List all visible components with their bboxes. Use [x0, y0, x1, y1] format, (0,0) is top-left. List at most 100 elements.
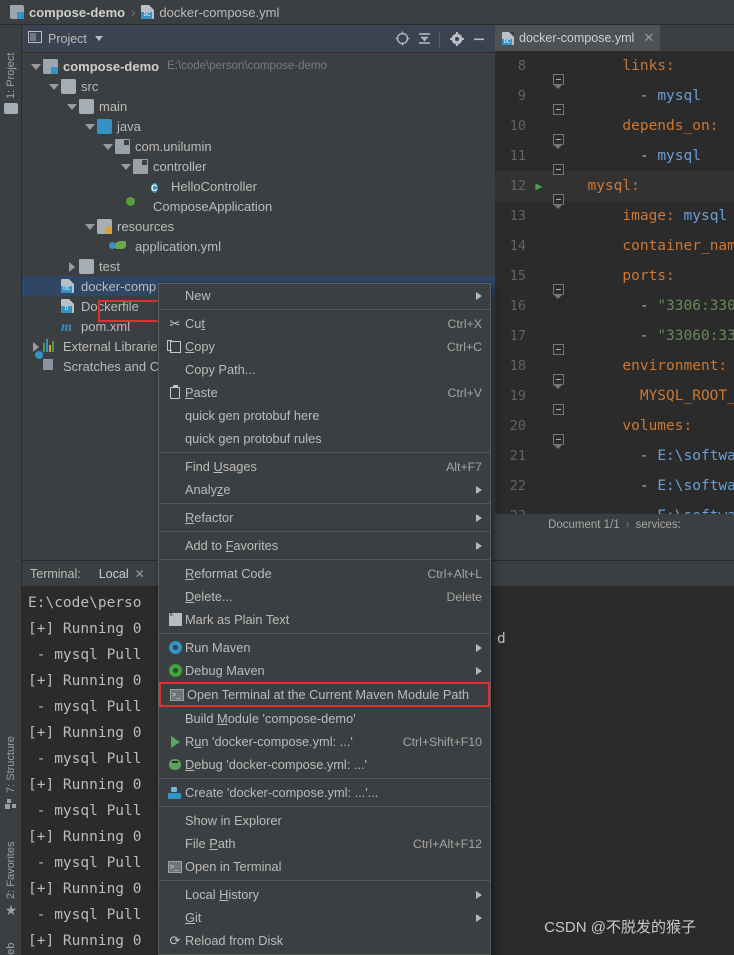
sidebar-item-structure[interactable]: 7: Structure [0, 715, 22, 793]
tree-node-composeapplication[interactable]: ComposeApplication [22, 196, 495, 216]
menu-item-mark-as-plain-text[interactable]: Mark as Plain Text [159, 608, 490, 631]
external-libraries-icon [43, 338, 58, 354]
fold-collapse-icon[interactable] [553, 284, 564, 299]
document-indicator: Document 1/1 [548, 519, 620, 531]
menu-item-delete[interactable]: Delete... Delete [159, 585, 490, 608]
code-line[interactable]: 19 MYSQL_ROOT_ [495, 381, 734, 415]
tree-node-label: Dockerfile [81, 298, 139, 314]
code-text: ports: [622, 268, 675, 284]
menu-item-debug-docker-compose-yml[interactable]: Debug 'docker-compose.yml: ...' [159, 753, 490, 776]
run-gutter-icon[interactable]: ▶ [530, 179, 548, 193]
menu-item-analyze[interactable]: Analyze [159, 478, 490, 501]
menu-item-label: Find Usages [185, 459, 257, 474]
fold-collapse-icon[interactable] [553, 374, 564, 389]
code-line[interactable]: 9 - mysql [495, 81, 734, 115]
menu-item-copy-path[interactable]: Copy Path... [159, 358, 490, 381]
line-number: 9 [517, 88, 526, 104]
menu-item-copy[interactable]: Copy Ctrl+C [159, 335, 490, 358]
menu-item-debug-maven[interactable]: Debug Maven [159, 659, 490, 682]
code-line[interactable]: 15 ports: [495, 261, 734, 299]
menu-item-run-maven[interactable]: Run Maven [159, 636, 490, 659]
tree-node-java[interactable]: java [22, 116, 495, 136]
menu-item-reformat-code[interactable]: Reformat Code Ctrl+Alt+L [159, 562, 490, 585]
menu-item-build-module-compose-demo[interactable]: Build Module 'compose-demo' [159, 707, 490, 730]
menu-item-create-docker-compose-yml[interactable]: Create 'docker-compose.yml: ...'... [159, 781, 490, 804]
code-line[interactable]: 13 image: mysql [495, 201, 734, 231]
chevron-down-icon[interactable] [30, 61, 41, 72]
tree-node-src[interactable]: src [22, 76, 495, 96]
context-menu[interactable]: New ✂ Cut Ctrl+X Copy Ctrl+C Copy Path... Paste… [158, 283, 491, 955]
fold-end-icon[interactable] [553, 104, 564, 115]
collapse-all-icon[interactable] [414, 29, 434, 49]
menu-item-open-in-terminal[interactable]: >_ Open in Terminal [159, 855, 490, 878]
fold-collapse-icon[interactable] [553, 194, 564, 209]
tree-node-test[interactable]: test [22, 256, 495, 276]
code-line[interactable]: 14 container_nam [495, 231, 734, 261]
tree-node-compose-demo[interactable]: compose-demo E:\code\person\compose-demo [22, 56, 495, 76]
breadcrumb: compose-demo › DC docker-compose.yml [0, 0, 734, 25]
menu-item-local-history[interactable]: Local History [159, 883, 490, 906]
menu-item-open-terminal-at-the-current-maven-module-[interactable]: >_ Open Terminal at the Current Maven Mod… [159, 682, 490, 707]
menu-item-quick-gen-protobuf-rules[interactable]: quick gen protobuf rules [159, 427, 490, 450]
terminal-tab-local[interactable]: Local ✕ [99, 567, 145, 581]
code-text: volumes: [622, 418, 693, 434]
menu-item-run-docker-compose-yml[interactable]: Run 'docker-compose.yml: ...' Ctrl+Shift+… [159, 730, 490, 753]
chevron-right-icon[interactable] [66, 261, 77, 272]
code-line[interactable]: 18 environment: [495, 351, 734, 389]
chevron-down-icon[interactable] [48, 81, 59, 92]
sidebar-item-favorites[interactable]: 2: Favorites [0, 821, 22, 899]
menu-item-find-usages[interactable]: Find Usages Alt+F7 [159, 455, 490, 478]
code-line[interactable]: 22 - E:\softwa [495, 471, 734, 501]
menu-item-paste[interactable]: Paste Ctrl+V [159, 381, 490, 404]
hide-panel-icon[interactable] [469, 29, 489, 49]
menu-item-reload-from-disk[interactable]: ⟳ Reload from Disk [159, 929, 490, 952]
fold-end-icon[interactable] [553, 404, 564, 415]
menu-item-show-in-explorer[interactable]: Show in Explorer [159, 809, 490, 832]
code-line[interactable]: 20 volumes: [495, 411, 734, 449]
chevron-right-icon[interactable] [30, 341, 41, 352]
menu-item-git[interactable]: Git [159, 906, 490, 929]
menu-item-new[interactable]: New [159, 284, 490, 307]
tree-node-com-unilumin[interactable]: com.unilumin [22, 136, 495, 156]
code-line[interactable]: 17 - "33060:33 [495, 321, 734, 355]
chevron-down-icon[interactable] [66, 101, 77, 112]
fold-collapse-icon[interactable] [553, 74, 564, 89]
code-line[interactable]: 12 ▶ mysql: [495, 171, 734, 209]
fold-end-icon[interactable] [553, 344, 564, 355]
close-icon[interactable]: ✕ [135, 567, 145, 581]
chevron-down-icon[interactable] [84, 221, 95, 232]
tree-node-application-yml[interactable]: application.yml [22, 236, 495, 256]
menu-item-refactor[interactable]: Refactor [159, 506, 490, 529]
tab-docker-compose-yml[interactable]: DC docker-compose.yml ✕ [495, 25, 661, 51]
menu-item-add-to-favorites[interactable]: Add to Favorites [159, 534, 490, 557]
fold-collapse-icon[interactable] [553, 434, 564, 449]
fold-end-icon[interactable] [553, 164, 564, 175]
code-line[interactable]: 11 - mysql [495, 141, 734, 175]
tree-node-controller[interactable]: controller [22, 156, 495, 176]
fold-collapse-icon[interactable] [553, 134, 564, 149]
menu-item-quick-gen-protobuf-here[interactable]: quick gen protobuf here [159, 404, 490, 427]
code-line[interactable]: 16 - "3306:330 [495, 291, 734, 321]
chevron-down-icon[interactable] [120, 161, 131, 172]
code-editor[interactable]: 8 links: 9 - mysql 10 depends_on: 11 - mysq… [495, 51, 734, 534]
code-line[interactable]: 21 - E:\softwa [495, 441, 734, 471]
package-icon [115, 138, 130, 154]
chevron-down-icon[interactable] [94, 36, 103, 41]
code-line[interactable]: 10 depends_on: [495, 111, 734, 149]
menu-item-cut[interactable]: ✂ Cut Ctrl+X [159, 312, 490, 335]
tree-node-hellocontroller[interactable]: C HelloController [22, 176, 495, 196]
tree-node-resources[interactable]: resources [22, 216, 495, 236]
tree-node-main[interactable]: main [22, 96, 495, 116]
chevron-down-icon[interactable] [102, 141, 113, 152]
sidebar-item-project[interactable]: 1: Project [0, 27, 22, 99]
close-icon[interactable]: ✕ [643, 30, 654, 46]
chevron-down-icon[interactable] [84, 121, 95, 132]
sidebar-item-web[interactable]: Web [0, 925, 22, 955]
settings-gear-icon[interactable] [447, 29, 467, 49]
menu-item-file-path[interactable]: File Path Ctrl+Alt+F12 [159, 832, 490, 855]
code-line[interactable]: 8 links: [495, 51, 734, 89]
breadcrumb-file[interactable]: docker-compose.yml [159, 5, 279, 20]
breadcrumb-project[interactable]: compose-demo [29, 5, 125, 20]
locate-icon[interactable] [392, 29, 412, 49]
